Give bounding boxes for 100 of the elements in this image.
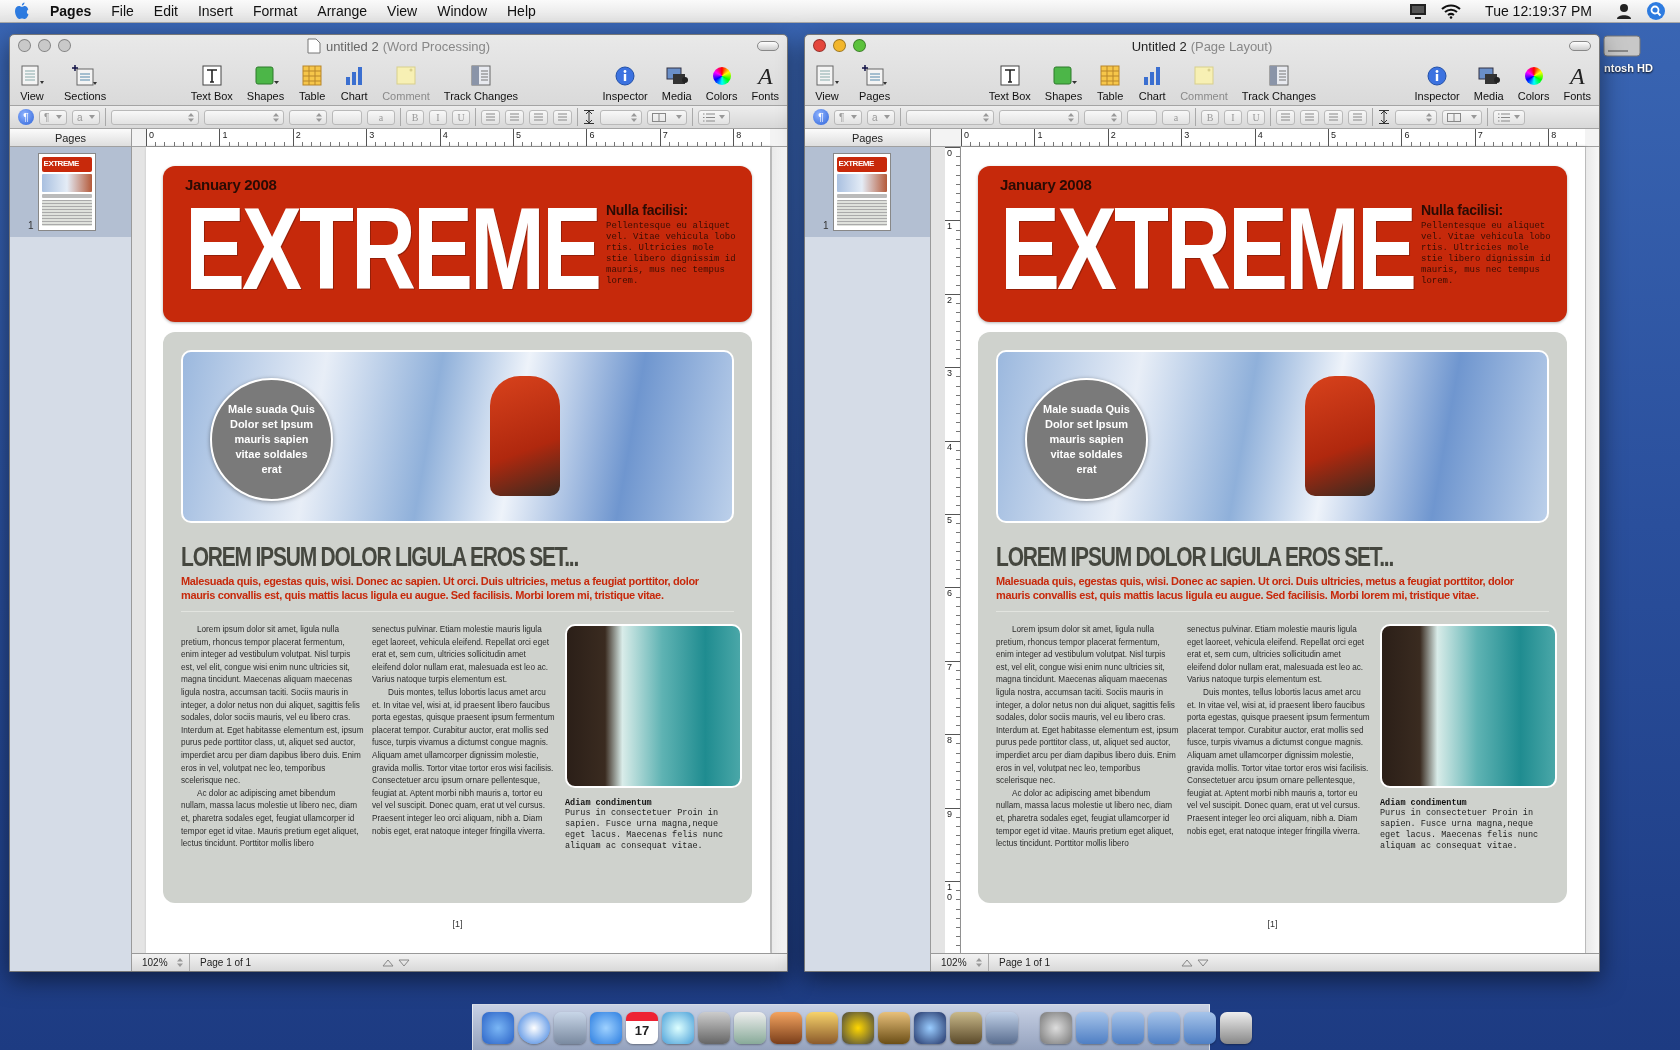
zoom-button[interactable] (58, 39, 71, 52)
app-icon[interactable] (482, 1011, 514, 1044)
menu-item[interactable]: File (101, 3, 144, 19)
app-menu[interactable]: Pages (40, 3, 102, 19)
folder-icon[interactable] (1184, 1011, 1216, 1044)
toolbar-colors-button[interactable]: Colors (703, 64, 740, 102)
menu-item[interactable]: Window (427, 3, 497, 19)
alignment-button[interactable] (1300, 109, 1319, 125)
folder-icon[interactable] (1112, 1011, 1144, 1044)
menu-clock[interactable]: Tue 12:19:37 PM (1475, 3, 1602, 19)
toolbar-fonts-button[interactable]: A Fonts (1561, 64, 1593, 102)
trash-icon[interactable] (1220, 1011, 1252, 1044)
menu-item[interactable]: Arrange (307, 3, 378, 19)
menu-item[interactable]: Format (242, 3, 308, 19)
app-icon[interactable] (698, 1011, 730, 1044)
alignment-button[interactable] (553, 109, 572, 125)
page-thumbnail-row[interactable]: 1 EXTREME (10, 147, 131, 237)
alignment-button[interactable] (529, 109, 548, 125)
font-menu[interactable] (111, 109, 199, 125)
font-menu[interactable] (600, 109, 642, 125)
app-icon[interactable] (950, 1011, 982, 1044)
app-icon[interactable] (734, 1011, 766, 1044)
toolbar-chart-button[interactable]: Chart (1136, 64, 1169, 102)
toolbar-media-button[interactable]: Media (659, 64, 694, 102)
folder-icon[interactable] (1148, 1011, 1180, 1044)
desktop-icon-label[interactable]: ntosh HD (1604, 62, 1653, 74)
add-page-icon (71, 64, 100, 88)
menu-item[interactable]: Edit (143, 3, 188, 19)
toolbar-toggle-button[interactable] (1569, 41, 1591, 51)
toolbar-textbox-button[interactable]: Text Box (188, 64, 235, 102)
folder-icon[interactable] (1076, 1011, 1108, 1044)
display-icon[interactable] (1409, 3, 1428, 19)
search-icon[interactable] (1646, 1, 1666, 21)
toolbar-inspector-button[interactable]: Inspector (600, 64, 650, 102)
toolbar-media-button[interactable]: Media (1471, 64, 1506, 102)
list-button[interactable] (1493, 109, 1525, 125)
columns-button[interactable] (647, 109, 687, 125)
toolbar-fonts-button[interactable]: A Fonts (749, 64, 781, 102)
page-thumbnail[interactable]: EXTREME (832, 153, 891, 231)
zoom-field[interactable]: 102% (931, 954, 989, 971)
toolbar-view-button[interactable]: View (811, 64, 843, 102)
toolbar-sections-button[interactable]: Sections (62, 64, 109, 102)
app-icon[interactable] (518, 1011, 550, 1044)
toolbar-shapes-button[interactable]: Shapes (1042, 64, 1085, 102)
alignment-button[interactable] (505, 109, 524, 125)
toolbar-inspector-button[interactable]: Inspector (1412, 64, 1462, 102)
page-thumbnail-row[interactable]: 1 EXTREME (805, 147, 930, 237)
alignment-button[interactable] (1348, 109, 1367, 125)
app-icon[interactable] (914, 1011, 946, 1044)
scrollbar[interactable] (771, 147, 787, 953)
app-icon[interactable] (878, 1011, 910, 1044)
app-icon[interactable] (986, 1011, 1018, 1044)
toolbar-view-button[interactable]: View (16, 64, 48, 102)
app-icon[interactable] (842, 1011, 874, 1044)
toolbar-chart-button[interactable]: Chart (338, 64, 371, 102)
user-icon[interactable] (1616, 3, 1632, 19)
minimize-button[interactable] (38, 39, 51, 52)
font-menu[interactable] (906, 109, 994, 125)
page-thumbnail[interactable]: EXTREME (37, 153, 96, 231)
size-field[interactable] (332, 109, 362, 125)
toolbar-textbox-button[interactable]: Text Box (986, 64, 1033, 102)
toolbar-sections-button[interactable]: Pages (857, 64, 893, 102)
font-menu[interactable] (1395, 109, 1437, 125)
toolbar-colors-button[interactable]: Colors (1515, 64, 1552, 102)
zoom-button[interactable] (853, 39, 866, 52)
menu-item[interactable]: Insert (187, 3, 243, 19)
alignment-button[interactable] (481, 109, 500, 125)
toolbar-table-button[interactable]: Table (296, 64, 329, 102)
wifi-icon[interactable] (1441, 3, 1462, 19)
zoom-field[interactable]: 102% (132, 954, 190, 971)
font-menu[interactable] (999, 109, 1079, 125)
toolbar-track-button[interactable]: Track Changes (1239, 64, 1319, 102)
close-button[interactable] (18, 39, 31, 52)
toolbar-track-button[interactable]: Track Changes (441, 64, 521, 102)
columns-button[interactable] (1442, 109, 1482, 125)
menu-item[interactable]: Help (497, 3, 546, 19)
scrollbar[interactable] (1585, 147, 1599, 953)
next-page-icon[interactable] (397, 956, 412, 969)
close-button[interactable] (813, 39, 826, 52)
app-icon[interactable] (662, 1011, 694, 1044)
minimize-button[interactable] (833, 39, 846, 52)
app-icon[interactable]: 17 (626, 1011, 658, 1044)
app-icon[interactable] (554, 1011, 586, 1044)
toolbar-shapes-button[interactable]: Shapes (244, 64, 287, 102)
next-page-icon[interactable] (1196, 956, 1211, 969)
app-icon[interactable] (590, 1011, 622, 1044)
alignment-button[interactable] (1324, 109, 1343, 125)
toolbar-toggle-button[interactable] (757, 41, 779, 51)
apple-menu-icon[interactable] (14, 2, 30, 20)
font-menu[interactable] (1084, 109, 1122, 125)
toolbar-table-button[interactable]: Table (1094, 64, 1127, 102)
list-button[interactable] (698, 109, 730, 125)
font-menu[interactable] (204, 109, 284, 125)
app-icon[interactable] (770, 1011, 802, 1044)
size-field[interactable] (1127, 109, 1157, 125)
menu-item[interactable]: View (377, 3, 428, 19)
app-icon[interactable] (1040, 1011, 1072, 1044)
alignment-button[interactable] (1276, 109, 1295, 125)
font-menu[interactable] (289, 109, 327, 125)
app-icon[interactable] (806, 1011, 838, 1044)
